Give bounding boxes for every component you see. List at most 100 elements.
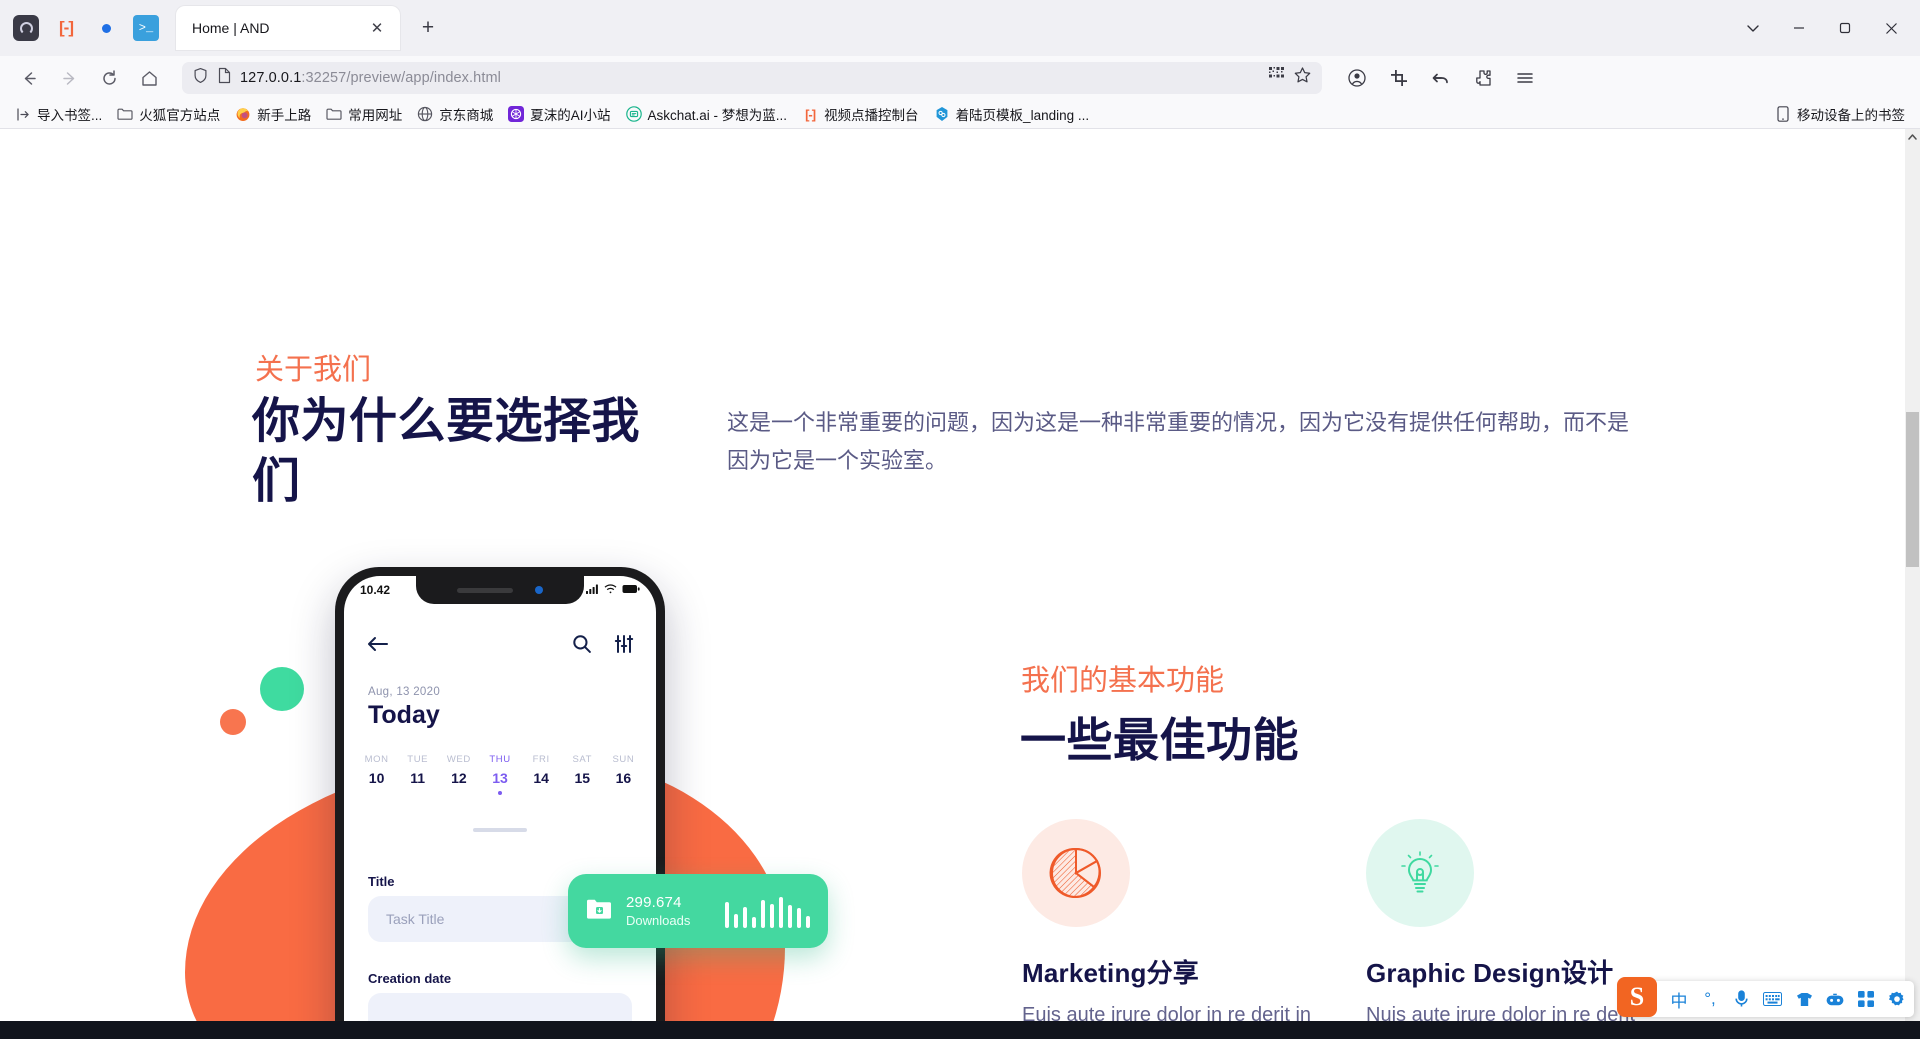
toolbox-icon[interactable]	[1826, 993, 1844, 1006]
browser-tab[interactable]: Home | AND ✕	[176, 6, 400, 50]
bar	[779, 897, 783, 928]
bar	[761, 900, 765, 928]
shield-icon[interactable]	[192, 67, 209, 89]
bookmark-common-sites[interactable]: 常用网址	[319, 101, 409, 127]
scroll-up-arrow-icon[interactable]	[1905, 129, 1920, 145]
pie-chart-icon	[1022, 819, 1130, 927]
bar	[743, 907, 747, 928]
bookmark-landing-template[interactable]: 着陆页模板_landing ...	[927, 101, 1097, 127]
back-button[interactable]	[10, 61, 48, 95]
bookmark-label: 京东商城	[439, 108, 494, 123]
maximize-button[interactable]	[1822, 8, 1868, 48]
settings-icon[interactable]	[1888, 991, 1906, 1008]
phone-week-calendar: MON 10 TUE 11 WED 12 THU 13 FRI 14 SAT 1…	[356, 754, 644, 795]
search-icon[interactable]	[572, 634, 592, 659]
apps-icon[interactable]	[1857, 991, 1875, 1007]
downloads-bar-chart	[725, 894, 810, 928]
close-window-button[interactable]	[1868, 8, 1914, 48]
keyboard-icon[interactable]	[1763, 992, 1782, 1006]
account-icon[interactable]	[1338, 61, 1376, 95]
phone-today-label: Today	[368, 701, 440, 729]
calendar-dow: SUN	[612, 754, 635, 765]
bookmark-mobile-bookmarks[interactable]: 移动设备上的书签	[1768, 101, 1912, 127]
qr-code-icon[interactable]	[1268, 66, 1287, 90]
phone-mockup: 10.42 Aug, 13 2020 Today MON 10 TUE 11 W…	[185, 567, 920, 1039]
page-info-icon[interactable]	[217, 67, 232, 89]
minimize-button[interactable]	[1776, 8, 1822, 48]
navigation-toolbar: 127.0.0.1:32257/preview/app/index.html	[0, 56, 1920, 100]
bookmark-newbie[interactable]: 新手上路	[228, 101, 318, 127]
tab-title: Home | AND	[192, 20, 270, 36]
creation-date-field-label: Creation date	[368, 971, 452, 986]
app-launcher-icon[interactable]	[6, 8, 46, 48]
openai-icon	[508, 106, 525, 122]
speaker-grille	[457, 587, 513, 593]
calendar-day[interactable]: TUE 11	[397, 754, 438, 795]
bookmarks-bar: 导入书签... 火狐官方站点 新手上路 常用网址 京东商城 夏沫的AI小站 As…	[0, 100, 1920, 129]
bookmark-askchat[interactable]: Askchat.ai - 梦想为蓝...	[619, 101, 795, 127]
sogou-logo-icon[interactable]: S	[1617, 977, 1657, 1017]
downloads-text: 299.674 Downloads	[626, 894, 690, 928]
bar	[788, 905, 792, 928]
calendar-day[interactable]: MON 10	[356, 754, 397, 795]
calendar-day-selected[interactable]: THU 13	[479, 754, 520, 795]
toolbar-actions	[1338, 61, 1544, 95]
calendar-num: 11	[410, 770, 426, 786]
address-bar[interactable]: 127.0.0.1:32257/preview/app/index.html	[182, 62, 1322, 94]
bookmark-label: 夏沫的AI小站	[530, 108, 611, 123]
extensions-puzzle-icon[interactable]	[1464, 61, 1502, 95]
phone-notch	[416, 576, 584, 604]
bookmark-jd[interactable]: 京东商城	[410, 101, 500, 127]
url-text[interactable]: 127.0.0.1:32257/preview/app/index.html	[240, 70, 501, 86]
url-host: 127.0.0.1	[240, 70, 302, 86]
bookmark-xiamo-ai[interactable]: 夏沫的AI小站	[501, 101, 617, 127]
undo-arrow-icon[interactable]	[1422, 61, 1460, 95]
calendar-day[interactable]: WED 12	[438, 754, 479, 795]
reload-button[interactable]	[90, 61, 128, 95]
bookmark-label: 导入书签...	[37, 108, 103, 123]
screenshot-icon[interactable]	[1380, 61, 1418, 95]
globe-icon	[417, 106, 433, 122]
bar	[725, 902, 729, 928]
home-button[interactable]	[130, 61, 168, 95]
language-mode-chinese[interactable]: 中	[1670, 987, 1688, 1012]
bookmark-import[interactable]: 导入书签...	[8, 101, 109, 127]
tab-strip: [-] >_ Home | AND ✕ +	[0, 0, 1920, 56]
calendar-num: 15	[574, 770, 591, 786]
phone-app-bar	[344, 624, 656, 668]
bookmark-video-console[interactable]: [-] 视频点播控制台	[795, 101, 926, 127]
close-icon[interactable]: ✕	[364, 15, 390, 41]
forward-button[interactable]	[50, 61, 88, 95]
bar	[770, 904, 774, 928]
mic-icon[interactable]	[1732, 990, 1750, 1008]
os-taskbar	[0, 1021, 1920, 1039]
skin-icon[interactable]	[1795, 992, 1813, 1007]
calendar-day[interactable]: SAT 15	[562, 754, 603, 795]
page-scrollbar[interactable]	[1905, 129, 1920, 1039]
calendar-day[interactable]: SUN 16	[603, 754, 644, 795]
downloads-label: Downloads	[626, 913, 691, 928]
features-title: 一些最佳功能	[1020, 714, 1299, 766]
scrollbar-thumb[interactable]	[1906, 412, 1919, 567]
lightbulb-icon	[1366, 819, 1474, 927]
web-page-content: 关于我们 你为什么要选择我们 这是一个非常重要的问题，因为这是一种非常重要的情况…	[0, 129, 1905, 1039]
phone-clock: 10.42	[360, 583, 391, 597]
app-menu-icon[interactable]	[1506, 61, 1544, 95]
back-arrow-icon[interactable]	[366, 635, 390, 658]
downloads-badge: 299.674 Downloads	[568, 874, 828, 948]
new-tab-button[interactable]: +	[410, 10, 446, 46]
punctuation-mode-icon[interactable]: °,	[1701, 989, 1719, 1009]
sheet-drag-handle[interactable]	[473, 828, 527, 832]
terminal-icon[interactable]: >_	[126, 8, 166, 48]
blue-dot-icon[interactable]	[86, 8, 126, 48]
bookmark-star-icon[interactable]	[1293, 66, 1312, 90]
bar	[797, 908, 801, 928]
bracket-icon[interactable]: [-]	[46, 8, 86, 48]
mobile-icon	[1775, 106, 1791, 122]
bookmark-firefox-official[interactable]: 火狐官方站点	[110, 101, 227, 127]
calendar-day[interactable]: FRI 14	[521, 754, 562, 795]
firefox-icon	[235, 106, 251, 122]
list-all-tabs-icon[interactable]	[1730, 8, 1776, 48]
filter-icon[interactable]	[614, 634, 634, 659]
feature-card-marketing: Marketing分享 Euis aute irure dolor in re …	[1022, 819, 1312, 1039]
